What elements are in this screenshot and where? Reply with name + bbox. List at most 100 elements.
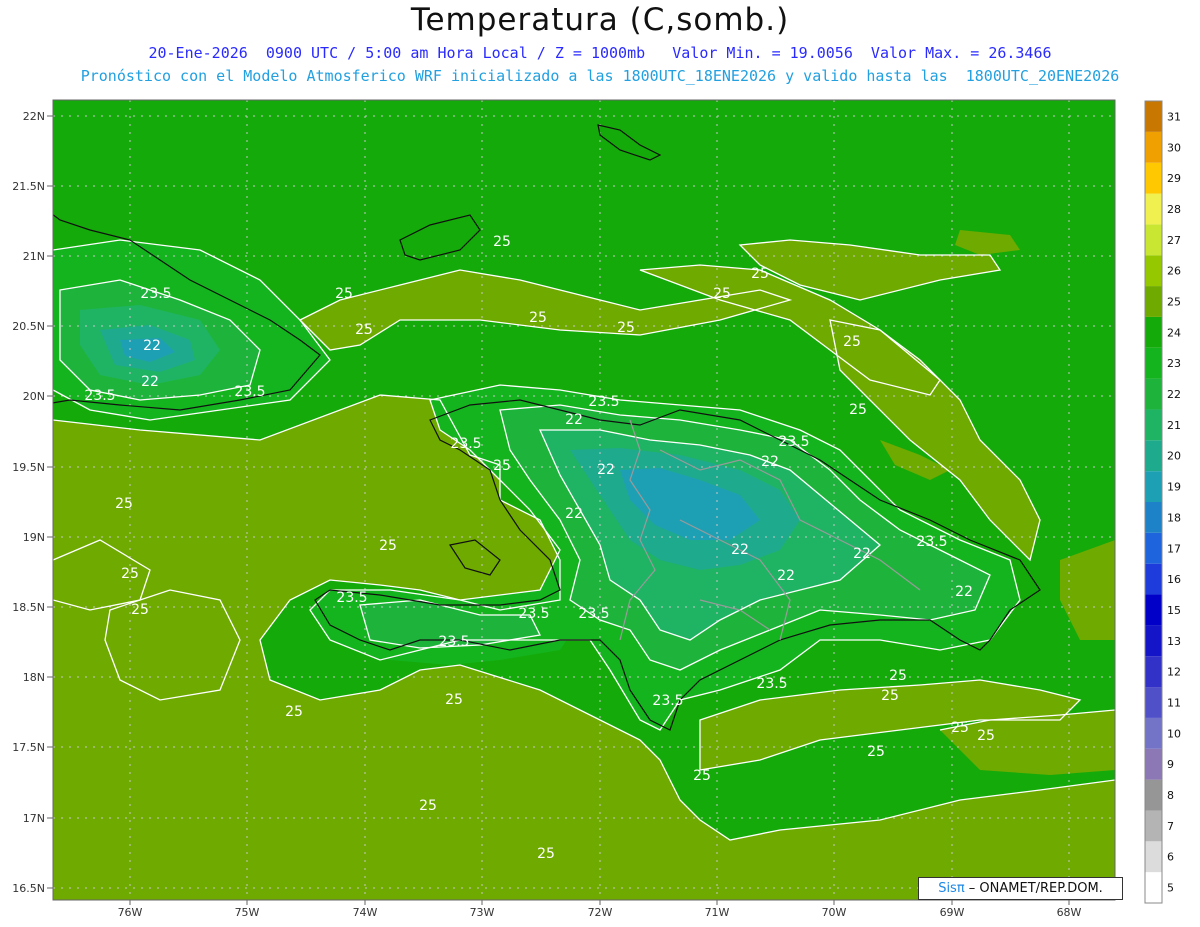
lon-label: 72W (588, 906, 613, 919)
colorbar-swatch (1145, 286, 1162, 317)
colorbar-label: 22 (1167, 388, 1181, 401)
lon-label: 71W (705, 906, 730, 919)
colorbar-label: 27 (1167, 234, 1181, 247)
contour-label: 25 (379, 538, 397, 554)
colorbar-swatch (1145, 255, 1162, 287)
contour-label: 23.5 (84, 388, 115, 404)
contour-label: 25 (889, 668, 907, 684)
contour-label: 22 (955, 584, 973, 600)
colorbar-swatch (1145, 779, 1162, 811)
lon-label: 74W (353, 906, 378, 919)
lat-label: 18N (23, 671, 45, 684)
contour-label: 25 (881, 688, 899, 704)
contour-label: 25 (849, 402, 867, 418)
lon-label: 75W (235, 906, 260, 919)
contour-label: 23.5 (916, 534, 947, 550)
colorbar-swatch (1145, 378, 1162, 410)
colorbar-swatch (1145, 101, 1162, 132)
lat-label: 20.5N (12, 320, 45, 333)
contour-label: 25 (121, 566, 139, 582)
colorbar-swatch (1145, 594, 1162, 626)
colorbar-label: 25 (1167, 296, 1181, 309)
lat-label: 19N (23, 531, 45, 544)
lat-label: 17N (23, 812, 45, 825)
contour-label: 25 (693, 768, 711, 784)
lat-label: 21N (23, 250, 45, 263)
contour-label: 25 (977, 728, 995, 744)
contour-label: 23.5 (578, 606, 609, 622)
contour-label: 25 (713, 286, 731, 302)
contour-label: 25 (419, 798, 437, 814)
lat-label: 18.5N (12, 601, 45, 614)
contour-label: 25 (537, 846, 555, 862)
contour-label: 22 (597, 462, 615, 478)
colorbar-label: 30 (1167, 141, 1181, 154)
colorbar-swatch (1145, 162, 1162, 194)
contour-label: 23.5 (450, 436, 481, 452)
colorbar-swatch (1145, 625, 1162, 657)
contour-label: 22 (565, 412, 583, 428)
contour-label: 22 (761, 454, 779, 470)
contour-label: 22 (777, 568, 795, 584)
colorbar-label: 17 (1167, 542, 1181, 555)
lon-label: 69W (940, 906, 965, 919)
colorbar-label: 8 (1167, 789, 1174, 802)
lat-label: 17.5N (12, 741, 45, 754)
contour-label: 23.5 (336, 590, 367, 606)
colorbar-swatch (1145, 717, 1162, 749)
colorbar-swatch (1145, 409, 1162, 441)
colorbar-swatch (1145, 471, 1162, 502)
colorbar-swatch (1145, 193, 1162, 225)
contour-label: 23.5 (756, 676, 787, 692)
colorbar-label: 21 (1167, 419, 1181, 432)
contour-label: 25 (529, 310, 547, 326)
contour-label: 25 (843, 334, 861, 350)
contour-label: 25 (751, 266, 769, 282)
colorbar-label: 24 (1167, 326, 1181, 339)
colorbar-label: 5 (1167, 882, 1174, 895)
colorbar-swatch (1145, 810, 1162, 842)
lat-label: 20N (23, 390, 45, 403)
contour-label: 23.5 (234, 384, 265, 400)
lat-label: 21.5N (12, 180, 45, 193)
contour-label: 25 (131, 602, 149, 618)
colorbar-label: 10 (1167, 727, 1181, 740)
colorbar-swatch (1145, 347, 1162, 379)
colorbar-label: 26 (1167, 265, 1181, 278)
longitude-axis-labels: 76W 75W 74W 73W 72W 71W 70W 69W 68W (118, 900, 1082, 919)
colorbar-swatch (1145, 872, 1162, 903)
contour-label: 25 (493, 234, 511, 250)
contour-label: 25 (617, 320, 635, 336)
colorbar-swatch (1145, 316, 1162, 348)
colorbar-swatch (1145, 563, 1162, 595)
credit-badge: Sisπ – ONAMET/REP.DOM. (918, 877, 1123, 900)
lon-label: 76W (118, 906, 143, 919)
contour-label: 25 (335, 286, 353, 302)
latitude-axis-labels: 22N 21.5N 21N 20.5N 20N 19.5N 19N 18.5N 18N 17.5N… (12, 110, 53, 895)
colorbar-label: 13 (1167, 635, 1181, 648)
colorbar-swatch (1145, 841, 1162, 873)
contour-label: 23.5 (588, 394, 619, 410)
colorbar-label: 12 (1167, 666, 1181, 679)
contour-label: 22 (143, 338, 161, 354)
colorbar: 5 6 7 8 9 10 11 12 13 15 16 17 18 19 20 21 22 23 24 25 26 27 2… (1144, 100, 1181, 904)
colorbar-swatch (1145, 687, 1162, 718)
contour-label: 22 (141, 374, 159, 390)
colorbar-swatch (1145, 440, 1162, 472)
contour-label: 25 (445, 692, 463, 708)
colorbar-swatch (1145, 131, 1162, 163)
contour-label: 22 (853, 546, 871, 562)
temperature-map: 25 25 25 25 25 25 25 25 25 25 25 25 25 25 25 25 25 25 25 25… (12, 99, 1181, 919)
lon-label: 73W (470, 906, 495, 919)
contour-label: 25 (867, 744, 885, 760)
contour-label: 23.5 (652, 693, 683, 709)
contour-label: 25 (285, 704, 303, 720)
contour-label: 23.5 (140, 286, 171, 302)
colorbar-swatch (1145, 224, 1162, 256)
colorbar-label: 19 (1167, 481, 1181, 494)
contour-label: 22 (731, 542, 749, 558)
contour-label: 25 (355, 322, 373, 338)
contour-label: 25 (951, 720, 969, 736)
credit-onamet: – ONAMET/REP.DOM. (964, 881, 1103, 896)
lat-label: 16.5N (12, 882, 45, 895)
